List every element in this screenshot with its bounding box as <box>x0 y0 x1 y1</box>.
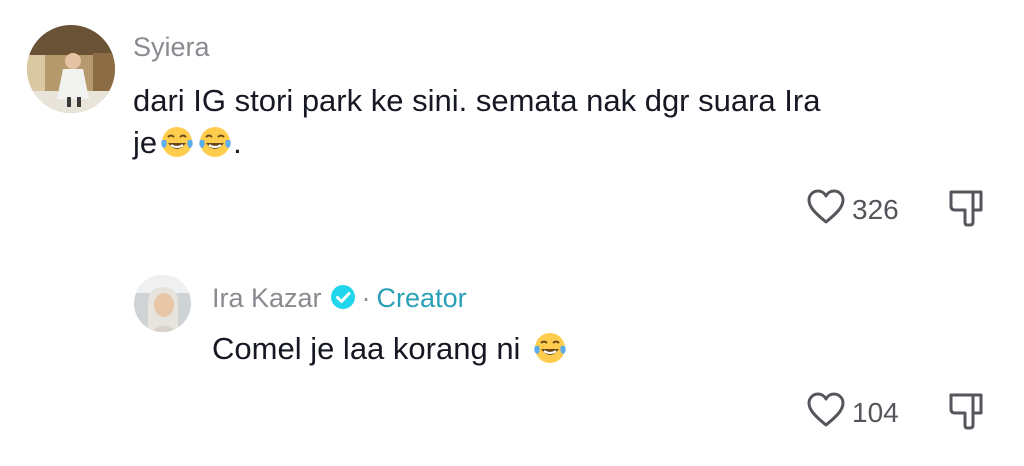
reply-header: Ira Kazar · Creator <box>212 284 467 315</box>
like-button[interactable]: 104 <box>806 391 899 434</box>
thumbs-down-icon <box>946 393 986 435</box>
separator-dot: · <box>361 283 371 313</box>
thumbs-down-icon <box>946 190 986 232</box>
comment-text-line: je. <box>133 122 820 171</box>
avatar[interactable] <box>27 25 115 113</box>
creator-label: Creator <box>376 283 467 313</box>
verified-badge-icon <box>330 284 356 315</box>
like-count: 104 <box>852 396 899 428</box>
comment-text: dari IG stori park ke sini. semata nak d… <box>133 80 820 171</box>
dislike-button[interactable] <box>946 188 986 233</box>
comment-text-line: dari IG stori park ke sini. semata nak d… <box>133 83 821 118</box>
comment-username[interactable]: Syiera <box>133 34 210 61</box>
heart-icon <box>806 188 846 231</box>
dislike-button[interactable] <box>946 391 986 436</box>
like-button[interactable]: 326 <box>806 188 899 231</box>
face-with-tears-of-joy-icon <box>159 124 195 171</box>
like-count: 326 <box>852 193 899 225</box>
comment-username[interactable]: Ira Kazar <box>212 283 322 313</box>
heart-icon <box>806 391 846 434</box>
reply-text: Comel je laa korang ni <box>212 328 568 377</box>
creator-avatar[interactable] <box>134 275 191 332</box>
comments-section: Syiera dari IG stori park ke sini. semat… <box>0 0 1024 466</box>
face-with-tears-of-joy-icon <box>532 330 568 377</box>
face-with-tears-of-joy-icon <box>197 124 233 171</box>
